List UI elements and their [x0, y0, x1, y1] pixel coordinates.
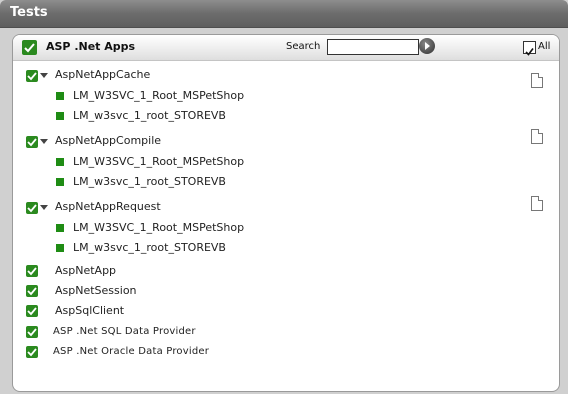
test-label: AspNetAppCache: [55, 68, 151, 81]
test-label: AspNetAppRequest: [55, 200, 161, 213]
descriptor-label: LM_w3svc_1_root_STOREVB: [73, 109, 226, 122]
test-checkbox-request[interactable]: [26, 202, 38, 214]
test-checkbox[interactable]: [26, 265, 38, 277]
search-go-button[interactable]: [419, 38, 435, 54]
test-label: AspNetApp: [55, 264, 117, 277]
enabled-square-icon: [56, 92, 64, 100]
enabled-square-icon: [56, 244, 64, 252]
panel-header: ASP .Net Apps Search All: [13, 35, 559, 61]
enabled-square-icon: [56, 112, 64, 120]
test-checkbox[interactable]: [26, 326, 38, 338]
enabled-square-icon: [56, 178, 64, 186]
checkmark-icon: [27, 204, 37, 213]
checkmark-icon: [27, 72, 37, 81]
descriptor-label: LM_W3SVC_1_Root_MSPetShop: [73, 89, 245, 102]
checkmark-icon: [27, 287, 37, 296]
descriptor-label: LM_W3SVC_1_Root_MSPetShop: [73, 221, 245, 234]
descriptor-label: LM_w3svc_1_root_STOREVB: [73, 241, 226, 254]
search-label: Search: [286, 41, 321, 52]
descriptor-label: LM_W3SVC_1_Root_MSPetShop: [73, 155, 245, 168]
test-checkbox-compile[interactable]: [26, 136, 38, 148]
window-title: Tests: [10, 5, 48, 20]
test-checkbox-cache[interactable]: [26, 70, 38, 82]
test-checkbox[interactable]: [26, 305, 38, 317]
test-label: AspNetAppCompile: [55, 134, 162, 147]
document-icon[interactable]: [531, 73, 543, 88]
checkmark-icon: [27, 348, 37, 357]
document-icon[interactable]: [531, 196, 543, 211]
expand-chevron-icon[interactable]: [40, 139, 48, 144]
document-icon[interactable]: [531, 129, 543, 144]
group-checkbox[interactable]: [22, 40, 37, 55]
descriptor-label: LM_w3svc_1_root_STOREVB: [73, 175, 226, 188]
checkmark-icon: [24, 43, 35, 53]
checkmark-icon: [525, 48, 534, 56]
tests-panel: ASP .Net Apps Search All AspNetAppCache …: [12, 34, 560, 392]
checkmark-icon: [27, 307, 37, 316]
checkmark-icon: [27, 328, 37, 337]
all-checkbox[interactable]: [523, 41, 536, 56]
enabled-square-icon: [56, 158, 64, 166]
test-label: ASP .Net SQL Data Provider: [53, 326, 196, 337]
group-label: ASP .Net Apps: [46, 40, 136, 53]
enabled-square-icon: [56, 224, 64, 232]
test-checkbox[interactable]: [26, 346, 38, 358]
search-input[interactable]: [327, 39, 419, 55]
title-bar: Tests: [0, 0, 568, 28]
all-label: All: [538, 41, 551, 52]
expand-chevron-icon[interactable]: [40, 205, 48, 210]
test-label: AspSqlClient: [55, 304, 125, 317]
checkmark-icon: [27, 267, 37, 276]
tests-window: Tests ASP .Net Apps Search All AspNetApp…: [0, 0, 568, 394]
checkmark-icon: [27, 138, 37, 147]
test-label: ASP .Net Oracle Data Provider: [53, 346, 210, 357]
test-checkbox[interactable]: [26, 285, 38, 297]
test-label: AspNetSession: [55, 284, 137, 297]
expand-chevron-icon[interactable]: [40, 73, 48, 78]
